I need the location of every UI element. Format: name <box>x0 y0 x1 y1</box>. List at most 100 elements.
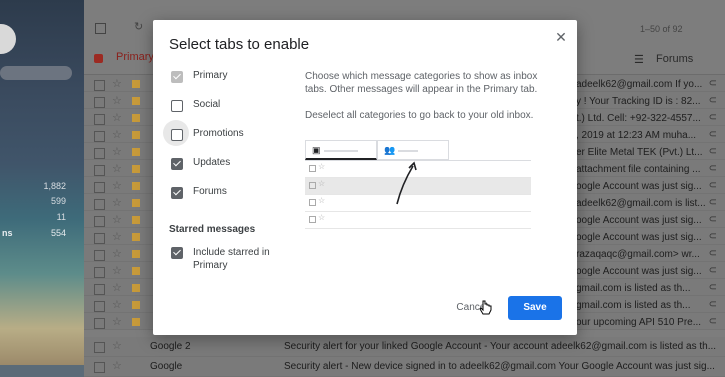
row-checkbox[interactable] <box>94 267 105 278</box>
important-marker-icon[interactable] <box>132 131 140 139</box>
important-marker-icon[interactable] <box>132 80 140 88</box>
row-sender: Google 2 <box>150 341 191 352</box>
promotions-checkbox[interactable] <box>171 129 183 141</box>
arrow-icon <box>396 161 417 205</box>
row-subject: Security alert for your linked Google Ac… <box>284 341 717 352</box>
row-snippet: attachment file containing ... <box>576 164 701 175</box>
sidebar-label-row[interactable]: ns 554 <box>0 228 66 242</box>
attachment-icon: ⊂ <box>708 163 717 174</box>
star-icon[interactable]: ☆ <box>112 162 122 175</box>
tab-primary[interactable]: Primary <box>116 51 154 63</box>
row-snippet: gmail.com is listed as th... <box>576 300 691 311</box>
save-button[interactable]: Save <box>508 296 562 320</box>
important-marker-icon[interactable] <box>132 114 140 122</box>
star-icon[interactable]: ☆ <box>112 77 122 90</box>
important-marker-icon[interactable] <box>132 199 140 207</box>
important-marker-icon[interactable] <box>132 284 140 292</box>
row-snippet: , 2019 at 12:23 AM muha... <box>576 130 697 141</box>
option-label: Updates <box>193 157 231 168</box>
important-marker-icon[interactable] <box>132 318 140 326</box>
star-icon[interactable]: ☆ <box>112 247 122 260</box>
important-marker-icon[interactable] <box>132 97 140 105</box>
star-icon[interactable]: ☆ <box>112 298 122 311</box>
row-checkbox[interactable] <box>94 80 105 91</box>
row-checkbox[interactable] <box>94 301 105 312</box>
important-marker-icon[interactable] <box>132 233 140 241</box>
row-checkbox[interactable] <box>94 165 105 176</box>
close-icon[interactable]: ✕ <box>553 29 569 45</box>
dialog-title: Select tabs to enable <box>169 36 310 53</box>
row-checkbox[interactable] <box>94 148 105 159</box>
option-label: Promotions <box>193 128 244 139</box>
row-snippet: er Elite Metal TEK (Pvt.) Lt... <box>576 147 703 158</box>
attachment-icon: ⊂ <box>708 231 717 242</box>
select-all-checkbox[interactable] <box>95 23 106 34</box>
row-checkbox[interactable] <box>94 131 105 142</box>
star-icon[interactable]: ☆ <box>112 111 122 124</box>
row-checkbox[interactable] <box>94 216 105 227</box>
star-icon[interactable]: ☆ <box>112 145 122 158</box>
forums-checkbox[interactable] <box>171 187 183 199</box>
option-forums[interactable]: Forums <box>167 184 297 204</box>
row-checkbox[interactable] <box>94 114 105 125</box>
row-checkbox[interactable] <box>94 182 105 193</box>
row-checkbox[interactable] <box>94 250 105 261</box>
description-text-2: Deselect all categories to go back to yo… <box>305 110 534 121</box>
star-icon[interactable]: ☆ <box>112 213 122 226</box>
search-pill[interactable] <box>0 66 72 80</box>
star-icon[interactable]: ☆ <box>112 128 122 141</box>
attachment-icon: ⊂ <box>708 282 717 293</box>
important-marker-icon[interactable] <box>132 165 140 173</box>
star-icon[interactable]: ☆ <box>112 196 122 209</box>
attachment-icon: ⊂ <box>708 197 717 208</box>
table-row[interactable]: ☆ Google 2 Security alert for your linked … <box>84 337 725 357</box>
important-marker-icon[interactable] <box>132 148 140 156</box>
option-primary: Primary <box>167 68 297 88</box>
star-icon[interactable]: ☆ <box>112 94 122 107</box>
primary-tab-icon <box>94 54 103 63</box>
row-checkbox[interactable] <box>94 284 105 295</box>
row-snippet: oogle Account was just sig... <box>576 266 702 277</box>
refresh-icon[interactable]: ↻ <box>134 20 143 33</box>
row-checkbox[interactable] <box>94 97 105 108</box>
option-updates[interactable]: Updates <box>167 155 297 175</box>
include-starred-checkbox[interactable] <box>171 247 183 259</box>
row-checkbox[interactable] <box>94 362 105 373</box>
star-icon[interactable]: ☆ <box>112 315 122 328</box>
attachment-icon: ⊂ <box>708 299 717 310</box>
row-snippet: oogle Account was just sig... <box>576 215 702 226</box>
option-social[interactable]: Social <box>167 97 297 117</box>
attachment-icon: ⊂ <box>708 95 717 106</box>
option-include-starred[interactable]: Include starred in Primary <box>167 244 297 276</box>
star-icon[interactable]: ☆ <box>112 264 122 277</box>
star-icon[interactable]: ☆ <box>112 359 122 372</box>
attachment-icon: ⊂ <box>708 146 717 157</box>
star-icon[interactable]: ☆ <box>112 339 122 352</box>
table-row[interactable]: ☆ Google Security alert - New device signe… <box>84 357 725 377</box>
important-marker-icon[interactable] <box>132 250 140 258</box>
star-icon[interactable]: ☆ <box>112 230 122 243</box>
row-checkbox[interactable] <box>94 233 105 244</box>
important-marker-icon[interactable] <box>132 216 140 224</box>
updates-checkbox[interactable] <box>171 158 183 170</box>
star-icon[interactable]: ☆ <box>112 281 122 294</box>
row-checkbox[interactable] <box>94 342 105 353</box>
star-icon[interactable]: ☆ <box>112 179 122 192</box>
row-checkbox[interactable] <box>94 318 105 329</box>
option-label: Social <box>193 99 221 110</box>
description-text: Choose which message categories to show … <box>305 71 538 95</box>
important-marker-icon[interactable] <box>132 267 140 275</box>
row-snippet: t.) Ltd. Cell: +92-322-4557... <box>576 113 701 124</box>
row-snippet: razaqaqc@gmail.com> wr... <box>576 249 700 260</box>
important-marker-icon[interactable] <box>132 301 140 309</box>
option-promotions[interactable]: Promotions <box>163 120 297 146</box>
label-count: 1,882 <box>43 181 66 191</box>
row-snippet: adeelk62@gmail.com If yo... <box>576 79 703 90</box>
tab-forums[interactable]: Forums <box>656 53 693 65</box>
compose-button[interactable] <box>0 24 16 54</box>
starred-section-heading: Starred messages <box>169 224 256 235</box>
important-marker-icon[interactable] <box>132 182 140 190</box>
pager-text: 1–50 of 92 <box>640 24 683 34</box>
social-checkbox[interactable] <box>171 100 183 112</box>
row-checkbox[interactable] <box>94 199 105 210</box>
